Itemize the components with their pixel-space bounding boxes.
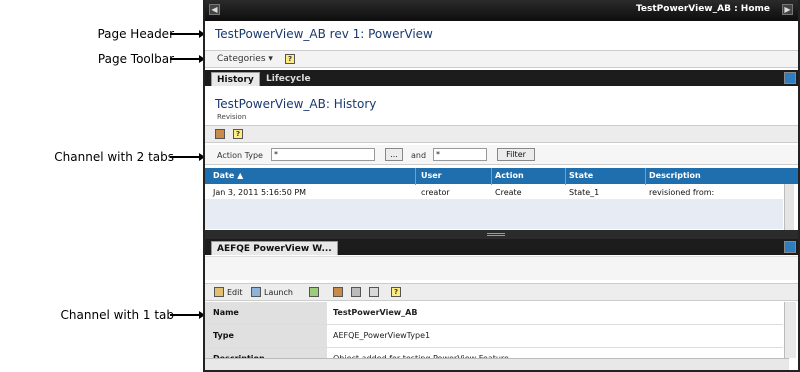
action-type-label: Action Type (217, 151, 263, 160)
col-user[interactable]: User (421, 171, 442, 180)
channel1-toolbar: ? (205, 125, 798, 143)
col-description[interactable]: Description (649, 171, 701, 180)
channel1-subtitle: Revision (217, 113, 247, 121)
property-value: TestPowerView_AB (333, 308, 418, 317)
callout-page-header: Page Header (0, 27, 205, 41)
document-icon[interactable] (351, 287, 361, 297)
tab-powerview[interactable]: AEFQE PowerView W... (211, 241, 338, 255)
properties-scrollbar[interactable] (784, 302, 796, 358)
cell-date: Jan 3, 2011 5:16:50 PM (213, 188, 307, 197)
print-icon[interactable] (215, 129, 225, 139)
callout-arrow (170, 30, 205, 38)
channel1-tabbar: History Lifecycle (205, 70, 798, 86)
cell-action: Create (495, 188, 522, 197)
cell-description: revisioned from: (649, 188, 715, 197)
launch-icon[interactable] (251, 287, 261, 297)
property-value: AEFQE_PowerViewType1 (333, 331, 431, 340)
channel1-title: TestPowerView_AB: History (215, 97, 377, 111)
grid-scrollbar[interactable] (784, 184, 794, 230)
history-filter: Action Type * ... and * Filter (205, 145, 798, 165)
window-title: TestPowerView_AB : Home (635, 4, 770, 14)
cell-state: State_1 (569, 188, 600, 197)
page-toolbar: Categories ▾ ? (205, 50, 798, 68)
col-action[interactable]: Action (495, 171, 524, 180)
callout-arrow (170, 55, 205, 63)
browse-button[interactable]: ... (385, 148, 403, 161)
splitter-grip-icon[interactable] (487, 233, 505, 236)
channel2-tabbar: AEFQE PowerView W... (205, 239, 798, 255)
callout-channel-one-tab: Channel with 1 tab (0, 308, 205, 322)
help-icon[interactable]: ? (233, 129, 243, 139)
property-key: Type (205, 325, 327, 347)
tab-history[interactable]: History (211, 72, 260, 86)
window-titlebar: ◀ TestPowerView_AB : Home ▶ (205, 0, 798, 21)
categories-menu[interactable]: Categories ▾ (217, 54, 273, 64)
grid-empty-area (205, 199, 783, 229)
and-label: and (411, 151, 427, 160)
property-key: Name (205, 302, 327, 324)
callout-label: Channel with 2 tabs (54, 150, 174, 164)
forward-icon[interactable]: ▶ (782, 4, 793, 15)
callout-label: Channel with 1 tab (60, 308, 174, 322)
app-window: ◀ TestPowerView_AB : Home ▶ TestPowerVie… (203, 0, 800, 372)
property-row: Type AEFQE_PowerViewType1 (205, 325, 783, 348)
launch-button[interactable]: Launch (264, 288, 293, 297)
col-date[interactable]: Date ▲ (213, 171, 243, 180)
table-row[interactable]: Jan 3, 2011 5:16:50 PM creator Create St… (205, 185, 783, 199)
callout-arrow (170, 153, 205, 161)
and-input[interactable]: * (433, 148, 487, 161)
col-state[interactable]: State (569, 171, 593, 180)
action-type-input[interactable]: * (271, 148, 375, 161)
callout-page-toolbar: Page Toolbar (0, 52, 205, 66)
filter-button[interactable]: Filter (497, 148, 535, 161)
channel2-subheader (205, 256, 798, 280)
properties-icon[interactable] (369, 287, 379, 297)
channel-splitter[interactable] (205, 230, 798, 239)
callout-label: Page Toolbar (97, 52, 174, 66)
refresh-icon[interactable] (309, 287, 319, 297)
channel-menu-icon[interactable] (784, 72, 796, 84)
horizontal-scrollbar[interactable] (205, 358, 789, 370)
callout-channel-two-tabs: Channel with 2 tabs (0, 150, 205, 164)
callout-arrow (170, 311, 205, 319)
cell-user: creator (421, 188, 450, 197)
print-icon[interactable] (333, 287, 343, 297)
help-icon[interactable]: ? (391, 287, 401, 297)
page-title: TestPowerView_AB rev 1: PowerView (215, 27, 433, 41)
callout-label: Page Header (97, 27, 174, 41)
edit-button[interactable]: Edit (227, 288, 243, 297)
property-row: Name TestPowerView_AB (205, 302, 783, 325)
edit-icon[interactable] (214, 287, 224, 297)
channel-menu-icon[interactable] (784, 241, 796, 253)
history-grid-header: Date ▲ User Action State Description (205, 168, 798, 184)
back-icon[interactable]: ◀ (209, 4, 220, 15)
channel2-toolbar: Edit Launch ? (205, 283, 798, 301)
help-icon[interactable]: ? (285, 54, 295, 64)
tab-lifecycle[interactable]: Lifecycle (261, 72, 316, 86)
